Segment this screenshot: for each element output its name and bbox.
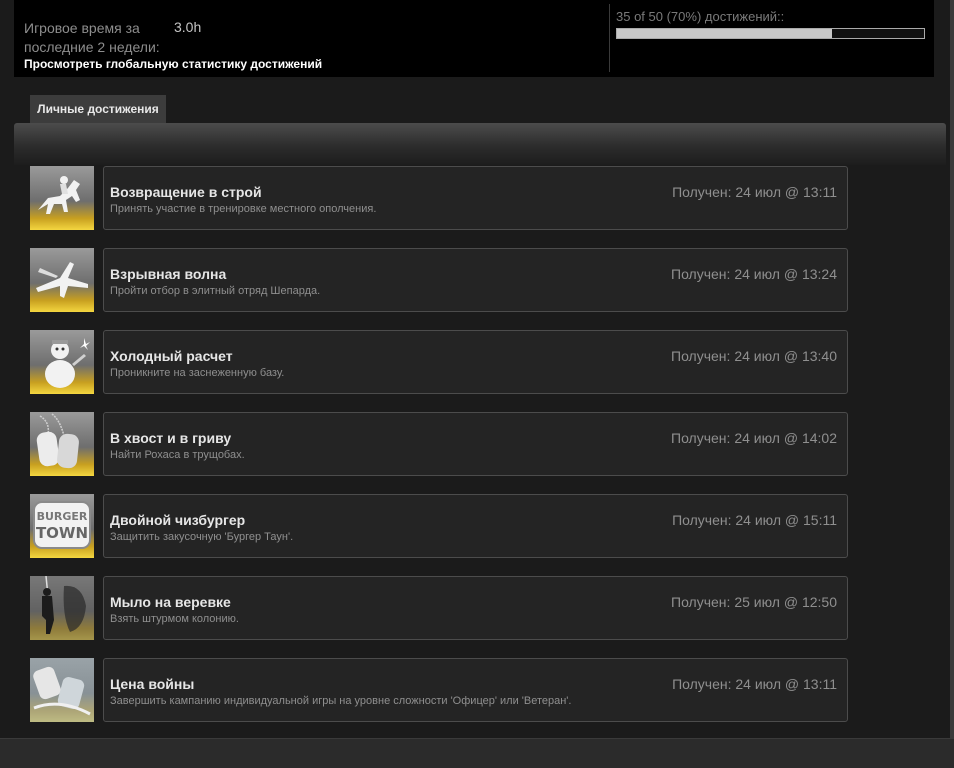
achievement-title: Холодный расчет — [110, 348, 233, 364]
bottom-strip — [0, 738, 954, 768]
burger-logo-text: BURGER — [37, 510, 88, 523]
achievement-card: Двойной чизбургер Защитить закусочную 'Б… — [103, 494, 848, 558]
snowman-icon — [30, 330, 94, 394]
playtime-value: 3.0h — [174, 19, 202, 35]
achievement-row: Цена войны Завершить кампанию индивидуал… — [30, 658, 850, 740]
achievement-row: В хвост и в гриву Найти Рохаса в трущоба… — [30, 412, 850, 494]
hanging-figure-icon — [30, 576, 94, 640]
achievement-unlock-date: Получен: 24 июл @ 13:11 — [672, 184, 837, 200]
achievement-unlock-date: Получен: 25 июл @ 12:50 — [671, 594, 837, 610]
horse-rider-icon — [30, 166, 94, 230]
achievement-progress-text: 35 of 50 (70%) достижений:: — [616, 9, 785, 24]
achievement-row: Взрывная волна Пройти отбор в элитный от… — [30, 248, 850, 330]
achievement-row: Возвращение в строй Принять участие в тр… — [30, 166, 850, 248]
achievement-card: Взрывная волна Пройти отбор в элитный от… — [103, 248, 848, 312]
achievement-title: Цена войны — [110, 676, 195, 692]
achievement-card: Цена войны Завершить кампанию индивидуал… — [103, 658, 848, 722]
achievement-title: Мыло на веревке — [110, 594, 231, 610]
achievement-unlock-date: Получен: 24 июл @ 13:40 — [671, 348, 837, 364]
achievement-row: Холодный расчет Проникните на заснеженну… — [30, 330, 850, 412]
achievement-unlock-date: Получен: 24 июл @ 13:24 — [671, 266, 837, 282]
achievement-description: Взять штурмом колонию. — [110, 613, 239, 625]
achievement-description: Найти Рохаса в трущобах. — [110, 449, 245, 461]
achievement-card: Мыло на веревке Взять штурмом колонию. П… — [103, 576, 848, 640]
achievement-description: Проникните на заснеженную базу. — [110, 367, 285, 379]
achievement-card: Возвращение в строй Принять участие в тр… — [103, 166, 848, 230]
achievement-progress-bar — [616, 28, 925, 39]
achievement-unlock-date: Получен: 24 июл @ 15:11 — [672, 512, 837, 528]
scrollbar-edge — [950, 0, 954, 767]
achievement-description: Пройти отбор в элитный отряд Шепарда. — [110, 285, 321, 297]
town-logo-text: TOWN — [36, 524, 88, 542]
achievement-description: Защитить закусочную 'Бургер Таун'. — [110, 531, 294, 543]
achievement-list: Возвращение в строй Принять участие в тр… — [30, 166, 850, 740]
achievement-title: Взрывная волна — [110, 266, 227, 282]
global-stats-link[interactable]: Просмотреть глобальную статистику достиж… — [24, 57, 322, 71]
tab-personal-achievements[interactable]: Личные достижения — [30, 95, 166, 123]
achievement-title: Возвращение в строй — [110, 184, 262, 200]
achievement-row: Мыло на веревке Взять штурмом колонию. П… — [30, 576, 850, 658]
burger-town-logo-icon: BURGER TOWN — [30, 494, 94, 558]
dog-tags-icon — [30, 412, 94, 476]
achievement-description: Принять участие в тренировке местного оп… — [110, 203, 377, 215]
achievement-title: В хвост и в гриву — [110, 430, 232, 446]
medals-icon — [30, 658, 94, 722]
achievement-unlock-date: Получен: 24 июл @ 13:11 — [672, 676, 837, 692]
achievement-card: Холодный расчет Проникните на заснеженну… — [103, 330, 848, 394]
playtime-label: Игровое время за последние 2 недели: — [24, 20, 160, 55]
stats-panel: Игровое время за последние 2 недели: 3.0… — [14, 0, 934, 77]
divider — [609, 4, 610, 72]
list-header — [14, 123, 946, 165]
achievement-title: Двойной чизбургер — [110, 512, 246, 528]
achievement-row: BURGER TOWN Двойной чизбургер Защитить з… — [30, 494, 850, 576]
achievement-description: Завершить кампанию индивидуальной игры н… — [110, 695, 572, 707]
achievement-card: В хвост и в гриву Найти Рохаса в трущоба… — [103, 412, 848, 476]
progress-fill — [617, 29, 832, 38]
achievement-unlock-date: Получен: 24 июл @ 14:02 — [671, 430, 837, 446]
fighter-jet-icon — [30, 248, 94, 312]
